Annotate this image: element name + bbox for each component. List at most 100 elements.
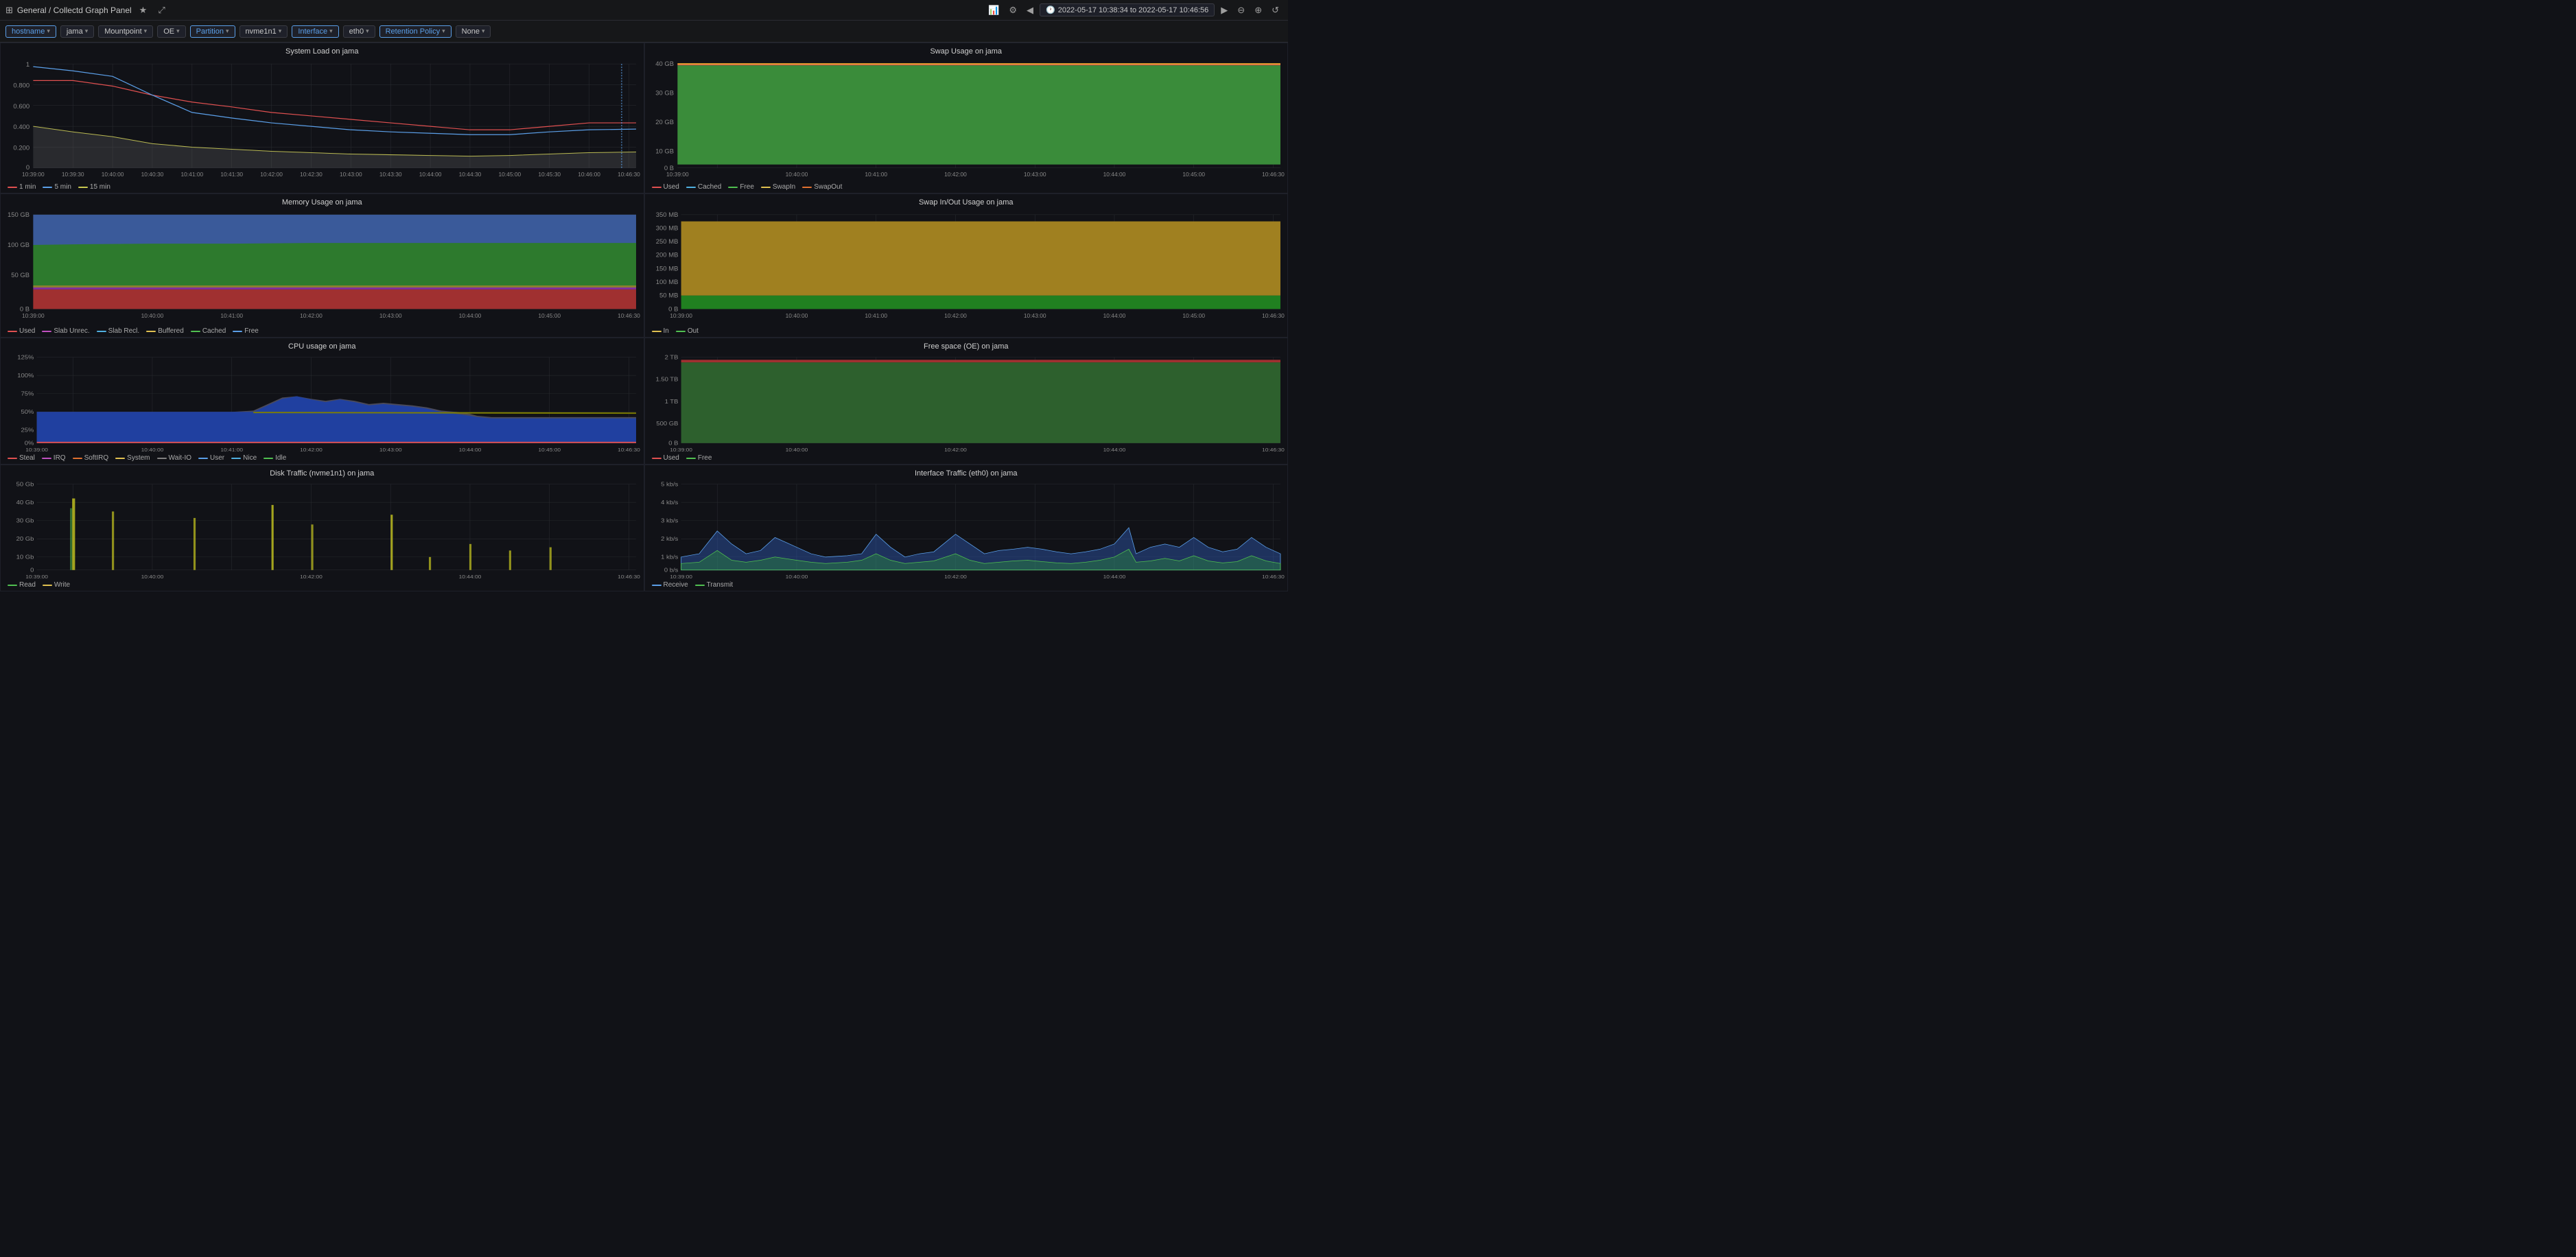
disk-traffic-title: Disk Traffic (nvme1n1) on jama [1, 465, 644, 479]
nav-right-button[interactable]: ▶ [1217, 3, 1231, 17]
interface-legend: Receive Transmit [645, 580, 1288, 591]
filter-jama[interactable]: jama▾ [60, 25, 94, 38]
panel-swap-inout: Swap In/Out Usage on jama 350 MB [644, 193, 1289, 338]
legend-used: Used [652, 183, 679, 191]
svg-text:10:46:30: 10:46:30 [1262, 313, 1285, 319]
svg-text:10:39:30: 10:39:30 [62, 172, 84, 178]
svg-text:10:44:00: 10:44:00 [1103, 172, 1125, 178]
panel-memory-usage: Memory Usage on jama 150 GB 100 GB 50 GB… [0, 193, 644, 338]
disk-traffic-chart: 50 Gb 40 Gb 30 Gb 20 Gb 10 Gb 0 [1, 479, 644, 580]
interface-traffic-title: Interface Traffic (eth0) on jama [645, 465, 1288, 479]
interface-svg: 5 kb/s 4 kb/s 3 kb/s 2 kb/s 1 kb/s 0 b/s… [645, 479, 1288, 580]
svg-text:0 B: 0 B [668, 440, 678, 446]
filter-retention[interactable]: Retention Policy▾ [379, 25, 452, 38]
svg-text:4 kb/s: 4 kb/s [661, 499, 679, 505]
legend-swapin: SwapIn [761, 183, 795, 191]
svg-text:0 B: 0 B [664, 165, 673, 172]
star-button[interactable]: ★ [136, 3, 151, 17]
svg-text:75%: 75% [21, 390, 34, 397]
nav-left-button[interactable]: ◀ [1023, 3, 1037, 17]
svg-text:10:45:00: 10:45:00 [498, 172, 521, 178]
memory-usage-chart: 150 GB 100 GB 50 GB 0 B 10:39:00 10:40:0… [1, 208, 644, 326]
svg-text:0 b/s: 0 b/s [664, 567, 678, 573]
svg-text:200 MB: 200 MB [655, 252, 678, 259]
svg-text:0 B: 0 B [20, 306, 30, 313]
svg-text:10:40:00: 10:40:00 [141, 574, 164, 580]
disk-legend: Read Write [1, 580, 644, 591]
svg-text:40 GB: 40 GB [655, 60, 674, 67]
panel-cpu-usage: CPU usage on jama 125% 100% 75% [0, 338, 644, 465]
svg-text:20 Gb: 20 Gb [16, 536, 34, 542]
filter-hostname[interactable]: hostname▾ [5, 25, 56, 38]
svg-text:10:45:30: 10:45:30 [538, 172, 561, 178]
svg-text:30 Gb: 30 Gb [16, 517, 34, 524]
svg-text:50 GB: 50 GB [11, 272, 30, 279]
svg-text:10:43:00: 10:43:00 [340, 172, 362, 178]
svg-text:10:41:00: 10:41:00 [865, 313, 887, 319]
system-load-title: System Load on jama [1, 43, 644, 57]
share-button[interactable]: ⤢ [154, 3, 168, 17]
svg-text:10:46:30: 10:46:30 [618, 313, 640, 319]
svg-text:10:40:00: 10:40:00 [785, 574, 808, 580]
svg-text:10:39:00: 10:39:00 [666, 172, 688, 178]
filter-bar: hostname▾ jama▾ Mountpoint▾ OE▾ Partitio… [0, 21, 1288, 43]
svg-text:2 kb/s: 2 kb/s [661, 536, 679, 542]
svg-text:10 Gb: 10 Gb [16, 554, 34, 560]
legend-swap-in: In [652, 327, 669, 335]
legend-slab-recl: Slab Recl. [97, 327, 140, 335]
cpu-usage-title: CPU usage on jama [1, 338, 644, 352]
filter-oe[interactable]: OE▾ [157, 25, 185, 38]
settings-button[interactable]: ⚙ [1005, 3, 1020, 17]
svg-text:5 kb/s: 5 kb/s [661, 481, 679, 487]
dashboard: System Load on jama [0, 43, 1288, 628]
filter-mountpoint[interactable]: Mountpoint▾ [98, 25, 153, 38]
system-load-chart: 1 0.800 0.600 0.400 0.200 0 10:39:00 10:… [1, 57, 644, 182]
zoom-out-button[interactable]: ⊖ [1234, 3, 1248, 17]
filter-partition[interactable]: Partition▾ [190, 25, 235, 38]
svg-text:10:44:30: 10:44:30 [459, 172, 482, 178]
disk-svg: 50 Gb 40 Gb 30 Gb 20 Gb 10 Gb 0 [1, 479, 644, 580]
cpu-legend: Steal IRQ SoftIRQ System Wait-IO User Ni… [1, 453, 644, 464]
svg-text:500 GB: 500 GB [656, 421, 678, 427]
legend-swapout: SwapOut [802, 183, 842, 191]
legend-mem-cached: Cached [191, 327, 226, 335]
svg-text:10:39:00: 10:39:00 [25, 574, 48, 580]
filter-nvme1n1[interactable]: nvme1n1▾ [239, 25, 288, 38]
svg-text:0.600: 0.600 [13, 103, 30, 110]
svg-text:10:44:00: 10:44:00 [1103, 574, 1125, 580]
svg-text:10:42:00: 10:42:00 [944, 447, 967, 453]
page-title: General / Collectd Graph Panel [17, 5, 132, 15]
svg-text:10:39:00: 10:39:00 [22, 172, 45, 178]
legend-mem-used: Used [8, 327, 35, 335]
svg-text:150 GB: 150 GB [8, 211, 30, 218]
svg-text:10:40:00: 10:40:00 [785, 447, 808, 453]
memory-usage-legend: Used Slab Unrec. Slab Recl. Buffered Cac… [1, 326, 644, 337]
top-bar: ⊞ General / Collectd Graph Panel ★ ⤢ 📊 ⚙… [0, 0, 1288, 21]
svg-text:3 kb/s: 3 kb/s [661, 517, 679, 524]
svg-text:10:42:00: 10:42:00 [300, 574, 323, 580]
svg-text:10:39:00: 10:39:00 [22, 313, 45, 319]
svg-text:2 TB: 2 TB [664, 354, 678, 360]
filter-eth0[interactable]: eth0▾ [343, 25, 375, 38]
svg-text:10:42:00: 10:42:00 [260, 172, 283, 178]
filter-interface[interactable]: Interface▾ [292, 25, 338, 38]
svg-text:10 GB: 10 GB [655, 148, 674, 155]
chart-icon-button[interactable]: 📊 [985, 3, 1003, 17]
refresh-button[interactable]: ↺ [1268, 3, 1283, 17]
time-range-display[interactable]: 🕐 2022-05-17 10:38:34 to 2022-05-17 10:4… [1040, 3, 1215, 16]
svg-text:10:43:00: 10:43:00 [1023, 172, 1046, 178]
svg-text:10:46:30: 10:46:30 [618, 172, 640, 178]
svg-text:10:43:00: 10:43:00 [379, 447, 402, 453]
svg-text:10:46:30: 10:46:30 [1262, 574, 1285, 580]
cpu-svg: 125% 100% 75% 50% 25% 0% 10:39:00 10:40:… [1, 352, 644, 453]
filter-none[interactable]: None▾ [456, 25, 491, 38]
svg-text:0 B: 0 B [668, 306, 678, 313]
svg-text:125%: 125% [17, 354, 34, 360]
swap-inout-chart: 350 MB 300 MB 250 MB 200 MB 150 MB 100 M… [645, 208, 1288, 326]
swap-usage-svg: 40 GB 30 GB 20 GB 10 GB 0 B 10:39:00 10:… [645, 57, 1288, 182]
svg-text:0.800: 0.800 [13, 82, 30, 89]
legend-slab-unrec: Slab Unrec. [42, 327, 89, 335]
zoom-in-button[interactable]: ⊕ [1251, 3, 1265, 17]
legend-buffered: Buffered [146, 327, 184, 335]
svg-text:10:45:00: 10:45:00 [538, 447, 561, 453]
